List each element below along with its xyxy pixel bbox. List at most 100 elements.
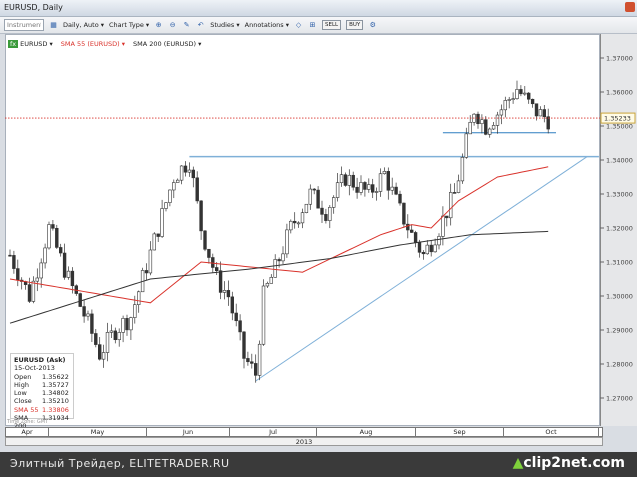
candle-body (133, 304, 137, 318)
candle-body (460, 157, 465, 182)
candle-body (421, 251, 426, 255)
candle-body (257, 343, 262, 376)
candle-body (413, 232, 418, 243)
info-date: 15-Oct-2013 (14, 364, 55, 373)
candle-body (363, 182, 367, 190)
candle-body (445, 215, 449, 219)
candle-body (277, 259, 281, 262)
info-value: 1.35727 (42, 380, 69, 389)
y-tick-label: 1.33000 (606, 191, 633, 199)
info-value: 1.35622 (42, 372, 69, 381)
candle-body (503, 100, 507, 111)
month-label: Sep (416, 428, 504, 437)
y-tick-label: 1.28000 (606, 361, 633, 369)
candle-body (195, 177, 199, 202)
candle-body (394, 186, 398, 195)
candle-body (519, 89, 523, 95)
trendline (255, 156, 588, 382)
candle-body (43, 247, 47, 264)
candle-body (218, 270, 223, 293)
month-label: Oct (504, 428, 599, 437)
candle-body (242, 331, 246, 359)
candle-body (101, 352, 106, 360)
candle-body (55, 227, 59, 248)
candle-body (359, 182, 363, 193)
info-value: 1.35210 (42, 397, 69, 406)
info-title: EURUSD (Ask) (14, 356, 66, 364)
price-chart: 1.37000 1.36000 1.35000 1.34000 1.33000 1.320… (5, 55, 636, 403)
candle-body (273, 259, 277, 278)
candle-body (8, 254, 12, 257)
candle-body (183, 165, 188, 173)
candle-body (250, 361, 254, 364)
candle-body (429, 244, 433, 253)
candle-body (269, 277, 273, 284)
candle-body (335, 182, 340, 198)
candle-body (464, 133, 468, 158)
sma200-line (9, 230, 549, 324)
legend-symbol[interactable]: fx EURUSD ▾ (8, 40, 53, 48)
candle-body (542, 109, 547, 118)
candle-body (137, 291, 141, 305)
candle-body (211, 257, 215, 268)
candle-body (339, 174, 344, 184)
legend-sma200[interactable]: SMA 200 (EURUSD) ▾ (133, 40, 201, 48)
candle-body (125, 318, 129, 331)
info-label: SMA 55 (14, 405, 39, 414)
candle-body (39, 262, 43, 279)
candle-body (58, 247, 63, 254)
month-label: May (49, 428, 147, 437)
time-zone-label: Time Zone: GMT (7, 419, 49, 425)
candle-body (164, 202, 168, 209)
candle-body (51, 224, 55, 229)
candle-body (538, 109, 543, 117)
clip2net-logo: ▲clip2net.com (512, 455, 625, 471)
year-axis: 2013 (5, 437, 603, 446)
candle-body (382, 171, 387, 175)
candle-body (261, 285, 266, 345)
candle-body (230, 296, 234, 314)
month-label: Apr (6, 428, 49, 437)
month-label: Jun (147, 428, 230, 437)
info-label: High (14, 380, 29, 389)
candle-body (156, 233, 160, 237)
candle-body (484, 119, 488, 135)
info-value: 1.34802 (42, 389, 69, 398)
candle-body (207, 248, 211, 258)
candle-body (351, 174, 355, 188)
candle-body (343, 174, 348, 186)
candle-body (316, 189, 320, 209)
y-tick-label: 1.37000 (606, 55, 633, 63)
candle-body (530, 98, 535, 105)
info-label: Low (14, 389, 27, 398)
candle-body (215, 267, 219, 272)
candle-body (234, 312, 238, 322)
candle-body (265, 283, 270, 287)
candle-body (176, 179, 180, 183)
candle-body (491, 125, 496, 130)
candle-body (324, 214, 328, 221)
candle-body (226, 290, 231, 298)
candle-body (495, 114, 500, 126)
y-tick-label: 1.34000 (606, 157, 633, 165)
candle-body (12, 255, 16, 269)
candle-body (82, 306, 86, 317)
legend-sma55[interactable]: SMA 55 (EURUSD) ▾ (61, 40, 125, 48)
candle-body (476, 113, 480, 125)
candle-body (370, 184, 375, 193)
y-tick-label: 1.32000 (606, 225, 633, 233)
candle-body (203, 230, 207, 250)
candle-body (152, 233, 156, 251)
candle-body (331, 197, 336, 208)
candle-body (160, 208, 164, 237)
candle-body (487, 128, 492, 135)
candle-body (285, 229, 289, 255)
y-tick-label: 1.29000 (606, 327, 633, 335)
candle-body (515, 89, 519, 99)
candle-body (179, 165, 184, 181)
candle-body (78, 293, 82, 307)
candle-body (546, 116, 550, 130)
candle-body (296, 222, 301, 225)
candle-body (511, 98, 515, 100)
candle-body (172, 182, 176, 191)
